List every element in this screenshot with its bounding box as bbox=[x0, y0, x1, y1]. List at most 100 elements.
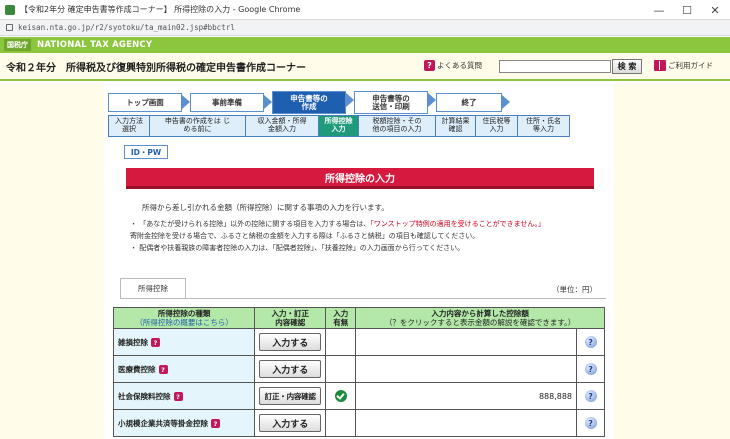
book-icon bbox=[654, 60, 666, 71]
window-title: 【令和2年分 確定申告書等作成コーナー】 所得控除の入力 - Google Ch… bbox=[20, 5, 301, 14]
note-warning: 「ワンストップ特例の適用を受けることができません。」 bbox=[370, 220, 545, 228]
deduction-type-cell: 小規模企業共済等掛金控除? bbox=[112, 409, 256, 437]
intro-text: 所得から差し引かれる金額（所得控除）に関する事項の入力を行います。 bbox=[142, 203, 389, 212]
help-cell: ? bbox=[576, 328, 605, 356]
substep-resident-tax: 住民税等 入力 bbox=[476, 115, 518, 137]
amount-cell bbox=[355, 355, 578, 383]
deduction-table: 所得控除の種類 （所得控除の概要はこちら） 入力・訂正 内容確認 入力 有無 入… bbox=[112, 307, 605, 437]
action-cell: 訂正・内容確認 bbox=[254, 382, 327, 410]
section-banner: 所得控除の入力 bbox=[126, 168, 594, 189]
deduction-type-label: 医療費控除 bbox=[118, 364, 156, 374]
step-label: 申告書等の 送信・印刷 bbox=[372, 93, 410, 111]
note-text: ・ 「あなたが受けられる控除」以外の控除に関する項目を入力する場合は、 bbox=[130, 220, 371, 228]
deduction-type-cell: 社会保険料控除? bbox=[112, 382, 256, 410]
col-header-summary-label: 入力内容から計算した控除額 bbox=[431, 309, 529, 318]
unit-label: （単位：円） bbox=[552, 285, 597, 294]
deduction-type-cell: 医療費控除? bbox=[112, 355, 256, 383]
action-cell: 入力する bbox=[254, 355, 327, 383]
search-button[interactable]: 検 索 bbox=[612, 59, 642, 74]
action-cell: 入力する bbox=[254, 409, 327, 437]
table-row: 医療費控除? 入力する ? bbox=[112, 355, 605, 383]
question-icon: ? bbox=[424, 60, 435, 71]
page-header: 令和２年分 所得税及び復興特別所得税の確定申告書作成コーナー ? よくある質問 … bbox=[0, 53, 730, 81]
table-row: 雑損控除? 入力する ? bbox=[112, 328, 605, 356]
col-header-action: 入力・訂正 内容確認 bbox=[254, 307, 327, 329]
col-header-type: 所得控除の種類 （所得控除の概要はこちら） bbox=[112, 307, 256, 329]
substep-result: 計算結果 確認 bbox=[436, 115, 476, 137]
note-2: 寄附金控除を受ける場合で、ふるさと納税の金額を入力する際は「ふるさと納税」の項目… bbox=[130, 232, 480, 240]
nta-logo[interactable]: 国税庁 bbox=[4, 39, 31, 51]
input-button[interactable]: 入力する bbox=[259, 414, 322, 432]
minimize-button[interactable]: — bbox=[645, 0, 673, 20]
table-row: 小規模企業共済等掛金控除? 入力する ? bbox=[112, 409, 605, 437]
question-icon[interactable]: ? bbox=[158, 365, 168, 374]
substep-before-start: 申告書の作成をは じ める前に bbox=[150, 115, 246, 137]
help-cell: ? bbox=[576, 409, 605, 437]
address-bar[interactable]: keisan.nta.go.jp/r2/syotoku/ta_main02.js… bbox=[0, 20, 730, 36]
help-icon[interactable]: ? bbox=[584, 417, 597, 429]
note-3: ・ 配偶者や扶養親族の障害者控除の入力は、「配偶者控除」、「扶養控除」の入力画面… bbox=[130, 244, 465, 252]
step-create: 申告書等の 作成 bbox=[272, 91, 354, 114]
step-label: 終了 bbox=[461, 98, 477, 107]
tab-deductions[interactable]: 所得控除 bbox=[120, 278, 186, 298]
col-header-summary: 入力内容から計算した控除額 （？をクリックすると表示金額の解説を確認できます。） bbox=[355, 307, 605, 329]
col-header-type-label: 所得控除の種類 bbox=[157, 309, 211, 318]
url-text[interactable]: keisan.nta.go.jp/r2/syotoku/ta_main02.js… bbox=[18, 23, 235, 32]
substep-income: 収入金額・所得 金額入力 bbox=[246, 115, 319, 137]
col-header-has-input: 入力 有無 bbox=[325, 307, 357, 329]
page-title: 令和２年分 所得税及び復興特別所得税の確定申告書作成コーナー bbox=[6, 62, 306, 74]
step-prep: 事前準備 bbox=[190, 93, 272, 112]
question-icon[interactable]: ? bbox=[211, 419, 220, 428]
substep-address: 住所・氏名 等入力 bbox=[518, 115, 570, 137]
deduction-type-label: 小規模企業共済等掛金控除 bbox=[118, 418, 208, 428]
note-1: ・ 「あなたが受けられる控除」以外の控除に関する項目を入力する場合は、「ワンスト… bbox=[130, 219, 545, 229]
agency-name: NATIONAL TAX AGENCY bbox=[37, 40, 153, 50]
faq-label: よくある質問 bbox=[437, 61, 482, 70]
help-cell: ? bbox=[576, 382, 605, 410]
substep-bar: 入力方法 選択 申告書の作成をは じ める前に 収入金額・所得 金額入力 所得控… bbox=[108, 115, 570, 137]
maximize-button[interactable]: ☐ bbox=[673, 0, 701, 20]
step-end: 終了 bbox=[436, 93, 510, 112]
help-icon[interactable]: ? bbox=[584, 336, 597, 348]
idpw-button[interactable]: ID・PW bbox=[124, 145, 168, 159]
table-row: 社会保険料控除? 訂正・内容確認 888,888 ? bbox=[112, 382, 605, 410]
close-button[interactable]: ✕ bbox=[701, 0, 729, 20]
check-icon bbox=[334, 390, 347, 402]
substep-tax-credit: 税額控除・その 他の項目の入力 bbox=[359, 115, 436, 137]
step-label: 申告書等の 作成 bbox=[290, 93, 328, 111]
faq-link[interactable]: ? よくある質問 bbox=[424, 60, 482, 71]
input-button[interactable]: 入力する bbox=[259, 360, 322, 378]
action-cell: 入力する bbox=[254, 328, 327, 356]
tab-divider bbox=[120, 298, 606, 299]
deduction-type-cell: 雑損控除? bbox=[112, 328, 256, 356]
step-top: トップ画面 bbox=[108, 93, 190, 112]
step-label: トップ画面 bbox=[126, 98, 164, 107]
table-header-row: 所得控除の種類 （所得控除の概要はこちら） 入力・訂正 内容確認 入力 有無 入… bbox=[112, 307, 605, 329]
substep-deduction: 所得控除 入力 bbox=[319, 115, 359, 137]
guide-label: ご利用ガイド bbox=[668, 61, 713, 70]
question-icon[interactable]: ? bbox=[173, 392, 183, 401]
edit-confirm-button[interactable]: 訂正・内容確認 bbox=[259, 387, 322, 405]
main-content: トップ画面 事前準備 申告書等の 作成 申告書等の 送信・印刷 終了 入力方法 … bbox=[0, 83, 730, 439]
guide-link[interactable]: ご利用ガイド bbox=[654, 60, 713, 71]
deduction-type-label: 雑損控除 bbox=[118, 337, 148, 347]
window-titlebar: 【令和2年分 確定申告書等作成コーナー】 所得控除の入力 - Google Ch… bbox=[0, 0, 730, 20]
has-input-cell bbox=[325, 382, 357, 410]
deduction-overview-link[interactable]: （所得控除の概要はこちら） bbox=[116, 318, 252, 327]
help-icon[interactable]: ? bbox=[584, 363, 597, 375]
question-icon[interactable]: ? bbox=[151, 338, 160, 347]
search-input[interactable] bbox=[499, 60, 611, 73]
help-icon[interactable]: ? bbox=[584, 390, 597, 402]
chrome-app-icon bbox=[5, 4, 15, 15]
input-button[interactable]: 入力する bbox=[259, 333, 322, 351]
has-input-cell bbox=[325, 328, 357, 356]
amount-cell bbox=[355, 409, 578, 437]
help-cell: ? bbox=[576, 355, 605, 383]
lock-icon bbox=[6, 24, 13, 31]
has-input-cell bbox=[325, 355, 357, 383]
has-input-cell bbox=[325, 409, 357, 437]
amount-cell: 888,888 bbox=[355, 382, 578, 410]
amount-cell bbox=[355, 328, 578, 356]
deduction-type-label: 社会保険料控除 bbox=[118, 391, 171, 401]
col-header-summary-hint: （？をクリックすると表示金額の解説を確認できます。） bbox=[384, 318, 576, 327]
